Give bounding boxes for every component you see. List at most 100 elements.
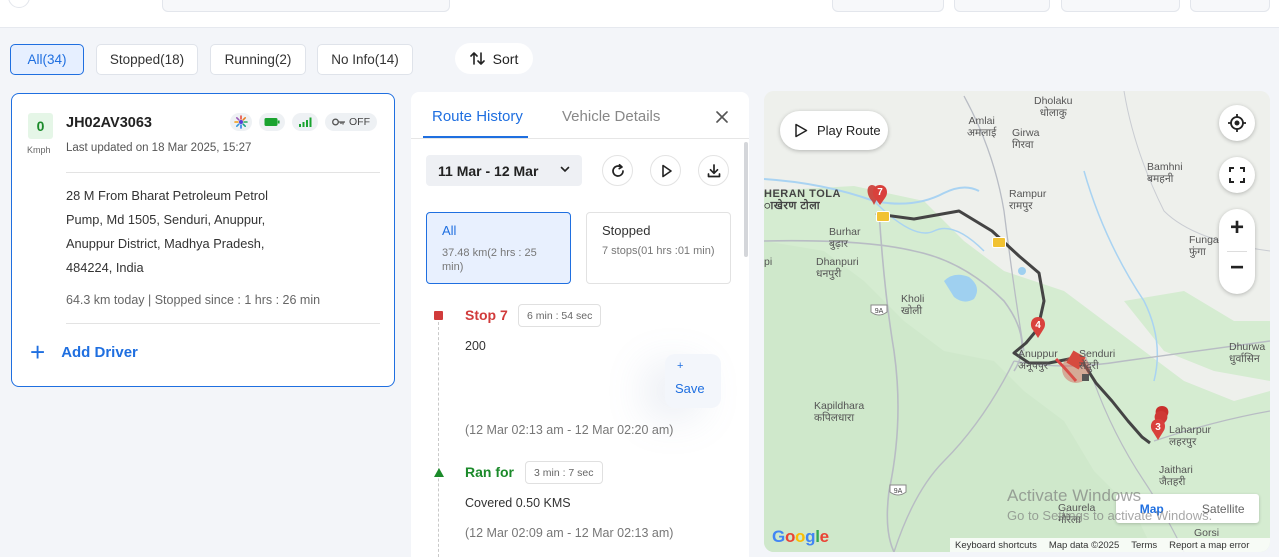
place-kheran-tola: HERAN TOLAाखेरण टोला [764,188,841,212]
save-label: Save [675,381,705,396]
download-icon [707,163,720,177]
signal-icon[interactable] [292,113,318,131]
road-shield-icon: 9A [870,304,888,316]
play-button[interactable] [650,155,681,186]
run-marker-icon [434,468,444,477]
timeline-line [438,322,439,557]
sort-button[interactable]: Sort [455,43,533,74]
place-bamhni: Bamhni बमहनी [1147,161,1183,185]
stop-marker-7[interactable]: 7 [867,183,893,215]
filter-no-info[interactable]: No Info(14) [317,44,413,75]
tab-vehicle-details[interactable]: Vehicle Details [562,108,660,125]
event-time: (12 Mar 02:09 am - 12 Mar 02:13 am) [465,526,674,540]
key-icon [332,118,345,126]
svg-text:9A: 9A [875,308,884,315]
place-rampur: Rampur रामपुर [1009,188,1047,212]
gps-icon[interactable] [230,113,252,131]
stop-marker-4[interactable]: 4 [1028,316,1048,342]
fullscreen-button[interactable] [1219,157,1255,193]
report-error-link[interactable]: Report a map error [1169,540,1249,551]
road-shield-icon: 9A [889,484,907,496]
svg-text:4: 4 [1035,320,1041,331]
keyboard-shortcuts-link[interactable]: Keyboard shortcuts [955,540,1037,551]
event-time: (12 Mar 02:13 am - 12 Mar 02:20 am) [465,423,674,437]
terms-link[interactable]: Terms [1131,540,1157,551]
download-button[interactable] [698,155,729,186]
event-duration: 3 min : 7 sec [525,461,603,484]
stop-marker-icon [434,311,443,320]
card-divider-1 [66,172,380,173]
top-action-button-2[interactable] [954,0,1050,12]
activate-windows-watermark: Activate Windows Go to Settings to activ… [1007,486,1213,523]
summary-all-card[interactable]: All 37.48 km(2 hrs : 25 min) [426,212,571,284]
battery-icon[interactable] [259,113,285,131]
card-divider-2 [66,323,380,324]
filter-all[interactable]: All(34) [10,44,84,75]
place-fungar: Fungar फुंगा [1189,234,1223,258]
highway-shield-icon [992,237,1006,248]
google-logo: Google [772,527,829,546]
map-view[interactable]: 9A 9A Dholaku धोलाकु Amlai अमलाई Girwa गिरव… [764,91,1270,552]
vehicle-number: JH02AV3063 [66,115,152,131]
address-line: Pump, Md 1505, Senduri, Anuppur, [66,212,266,227]
speed-value: 0 [28,113,53,139]
address-line: 484224, India [66,260,144,275]
refresh-button[interactable] [602,155,633,186]
place-girwa: Girwa गिरवा [1012,127,1040,151]
ignition-label: OFF [349,116,370,128]
last-updated: Last updated on 18 Mar 2025, 15:27 [66,142,252,154]
plus-icon: + [677,360,684,372]
fullscreen-icon [1229,167,1245,183]
place-senduri: Senduri सेंदुरी [1079,348,1116,372]
top-action-button-3[interactable] [1061,0,1180,12]
save-button[interactable]: + Save [665,354,721,408]
summary-stopped-card[interactable]: Stopped 7 stops(01 hrs :01 min) [586,212,731,284]
panel-scrollbar[interactable] [744,142,748,257]
close-icon[interactable] [711,106,733,128]
top-avatar[interactable] [8,0,30,8]
summary-stopped-sub: 7 stops(01 hrs :01 min) [602,245,715,257]
place-dhanpuri: Dhanpuri धनपुरी [816,256,859,280]
map-data-text: Map data ©2025 [1048,539,1120,551]
event-detail: 200 [465,339,486,353]
place-pi: pi [764,256,773,268]
ignition-badge[interactable]: OFF [325,113,377,131]
vehicle-address: 28 M From Bharat Petroleum Petrol Pump, … [66,184,316,280]
my-location-button[interactable] [1219,105,1255,141]
km-today-status: 64.3 km today | Stopped since : 1 hrs : … [66,293,321,307]
filter-stopped[interactable]: Stopped(18) [96,44,198,75]
address-line: 28 M From Bharat Petroleum Petrol [66,188,268,203]
event-duration: 6 min : 54 sec [518,304,602,327]
event-detail: Covered 0.50 KMS [465,496,571,510]
map-background [764,91,1270,552]
sort-icon [469,52,485,65]
play-icon [661,164,672,177]
zoom-control: + − [1219,209,1255,294]
tab-route-history[interactable]: Route History [432,108,523,125]
date-range-select[interactable]: 11 Mar - 12 Mar [426,155,582,186]
vehicle-card[interactable]: 0 Kmph JH02AV3063 Last updated on 18 Mar… [11,93,395,387]
add-driver-button[interactable]: + Add Driver [30,337,138,367]
filter-running[interactable]: Running(2) [210,44,306,75]
map-attribution: Keyboard shortcuts Map data ©2025 Terms … [950,538,1270,552]
zoom-out-button[interactable]: − [1219,254,1255,282]
place-jaithari: Jaithari जैतहरी [1159,464,1193,488]
top-action-button-1[interactable] [832,0,944,12]
svg-text:3: 3 [1155,422,1161,433]
zoom-in-button[interactable]: + [1219,214,1255,242]
summary-all-title: All [442,223,457,238]
plus-icon: + [30,337,46,367]
place-kapildhara: Kapildhara कपिलधारा [814,400,865,424]
summary-all-sub: 37.48 km(2 hrs : 25 min) [442,247,537,273]
top-action-button-4[interactable] [1190,0,1270,12]
stop-marker-3[interactable]: 3 [1147,405,1173,445]
play-route-button[interactable]: Play Route [780,111,888,150]
tab-divider [411,138,749,139]
add-driver-label: Add Driver [61,343,138,361]
event-title: Ran for [465,464,514,480]
locate-icon [1228,114,1246,132]
summary-stopped-title: Stopped [602,223,651,238]
top-search-field[interactable] [162,0,450,12]
date-range-value: 11 Mar - 12 Mar [438,162,539,179]
place-laharpur: Laharpur लहरपुर [1169,424,1212,448]
